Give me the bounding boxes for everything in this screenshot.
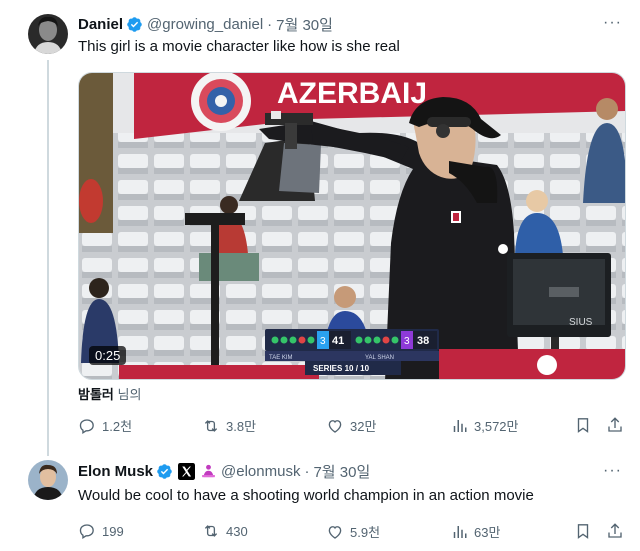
reply-button[interactable]: 199	[78, 522, 124, 540]
repost-count: 3.8만	[226, 419, 257, 434]
repost-button[interactable]: 3.8만	[202, 416, 256, 435]
tweet1-actions: 1.2천 3.8만 32만 3,572만	[78, 416, 628, 436]
handle[interactable]: @growing_daniel	[147, 16, 263, 33]
views-count: 63만	[474, 525, 501, 540]
repost-icon	[204, 525, 218, 537]
scoreboard-right-seed: 3	[404, 336, 410, 347]
scoreboard-series: SERIES 10 / 10	[313, 364, 370, 373]
like-count: 32만	[350, 419, 377, 434]
dot-separator: ·	[304, 463, 310, 480]
avatar-elonmusk-image	[28, 460, 68, 500]
reply-button[interactable]: 1.2천	[78, 416, 132, 435]
display-name[interactable]: Elon Musk	[78, 463, 153, 480]
scoreboard-left-seed: 3	[320, 336, 326, 347]
post-date[interactable]: 7월 30일	[313, 461, 370, 482]
post-date[interactable]: 7월 30일	[276, 14, 333, 35]
government-affiliate-icon[interactable]	[200, 463, 217, 480]
video-player[interactable]: AZERBAIJ SIUS 3 41 3 38 TAE KIM YAL SHAN…	[78, 72, 626, 380]
like-count: 5.9천	[350, 525, 381, 540]
reply-count: 1.2천	[102, 419, 133, 434]
thread-connector-line	[47, 60, 49, 456]
banner-text: AZERBAIJ	[277, 77, 427, 110]
verified-badge-icon[interactable]	[156, 463, 173, 480]
dot-separator: ·	[267, 16, 273, 33]
views-count: 3,572만	[474, 419, 519, 434]
repost-count: 430	[226, 523, 248, 539]
views-chart-icon	[453, 525, 467, 538]
bookmark-button[interactable]	[574, 522, 592, 540]
bookmark-icon	[577, 524, 589, 539]
share-button[interactable]	[606, 522, 624, 540]
share-icon	[608, 417, 622, 432]
tweet1-header: Daniel @growing_daniel · 7월 30일	[78, 14, 333, 35]
avatar-daniel[interactable]	[28, 14, 68, 54]
handle[interactable]: @elonmusk	[221, 463, 300, 480]
like-button[interactable]: 32만	[326, 416, 376, 435]
tweet-elonmusk[interactable]: Elon Musk @elonmusk · 7월 30일 ··· Would b…	[0, 458, 640, 551]
scoreboard-left-score: 41	[332, 335, 344, 347]
reply-icon	[79, 524, 94, 539]
reply-icon	[79, 418, 94, 434]
repost-button[interactable]: 430	[202, 522, 248, 540]
reply-count: 199	[102, 523, 124, 539]
bookmark-button[interactable]	[574, 416, 592, 434]
views-chart-icon	[453, 419, 467, 432]
heart-icon	[328, 419, 342, 433]
views-button[interactable]: 3,572만	[450, 416, 519, 435]
heart-icon	[328, 525, 342, 539]
verified-badge-icon[interactable]	[126, 16, 143, 33]
more-options-icon[interactable]: ···	[603, 462, 622, 480]
video-duration: 0:25	[89, 346, 127, 365]
tweet2-text: Would be cool to have a shooting world c…	[78, 487, 534, 504]
repost-icon	[204, 419, 218, 432]
credit-name[interactable]: 밤톨러	[78, 387, 114, 402]
views-button[interactable]: 63만	[450, 522, 500, 541]
display-name[interactable]: Daniel	[78, 16, 123, 33]
more-options-icon[interactable]: ···	[603, 14, 622, 32]
video-frame: AZERBAIJ SIUS 3 41 3 38 TAE KIM YAL SHAN…	[79, 73, 625, 379]
scoreboard-right-score: 38	[417, 335, 429, 347]
like-button[interactable]: 5.9천	[326, 522, 380, 541]
media-credit: 밤톨러 님의	[78, 384, 141, 403]
scoreboard-right-name: YAL SHAN	[365, 355, 394, 361]
x-logo-affiliate-icon[interactable]	[178, 463, 196, 480]
share-button[interactable]	[606, 416, 624, 434]
share-icon	[608, 523, 622, 538]
monitor-brand-text: SIUS	[569, 317, 593, 328]
scoreboard-left-name: TAE KIM	[269, 355, 293, 361]
avatar-elonmusk[interactable]	[28, 460, 68, 500]
credit-suffix: 님의	[117, 387, 142, 402]
tweet2-actions: 199 430 5.9천 63만	[78, 522, 628, 542]
tweet-daniel[interactable]: Daniel @growing_daniel · 7월 30일 ··· This…	[0, 0, 640, 458]
tweet2-header: Elon Musk @elonmusk · 7월 30일	[78, 461, 370, 482]
tweet1-text: This girl is a movie character like how …	[78, 38, 400, 55]
avatar-daniel-image	[28, 14, 68, 54]
bookmark-icon	[577, 418, 589, 433]
